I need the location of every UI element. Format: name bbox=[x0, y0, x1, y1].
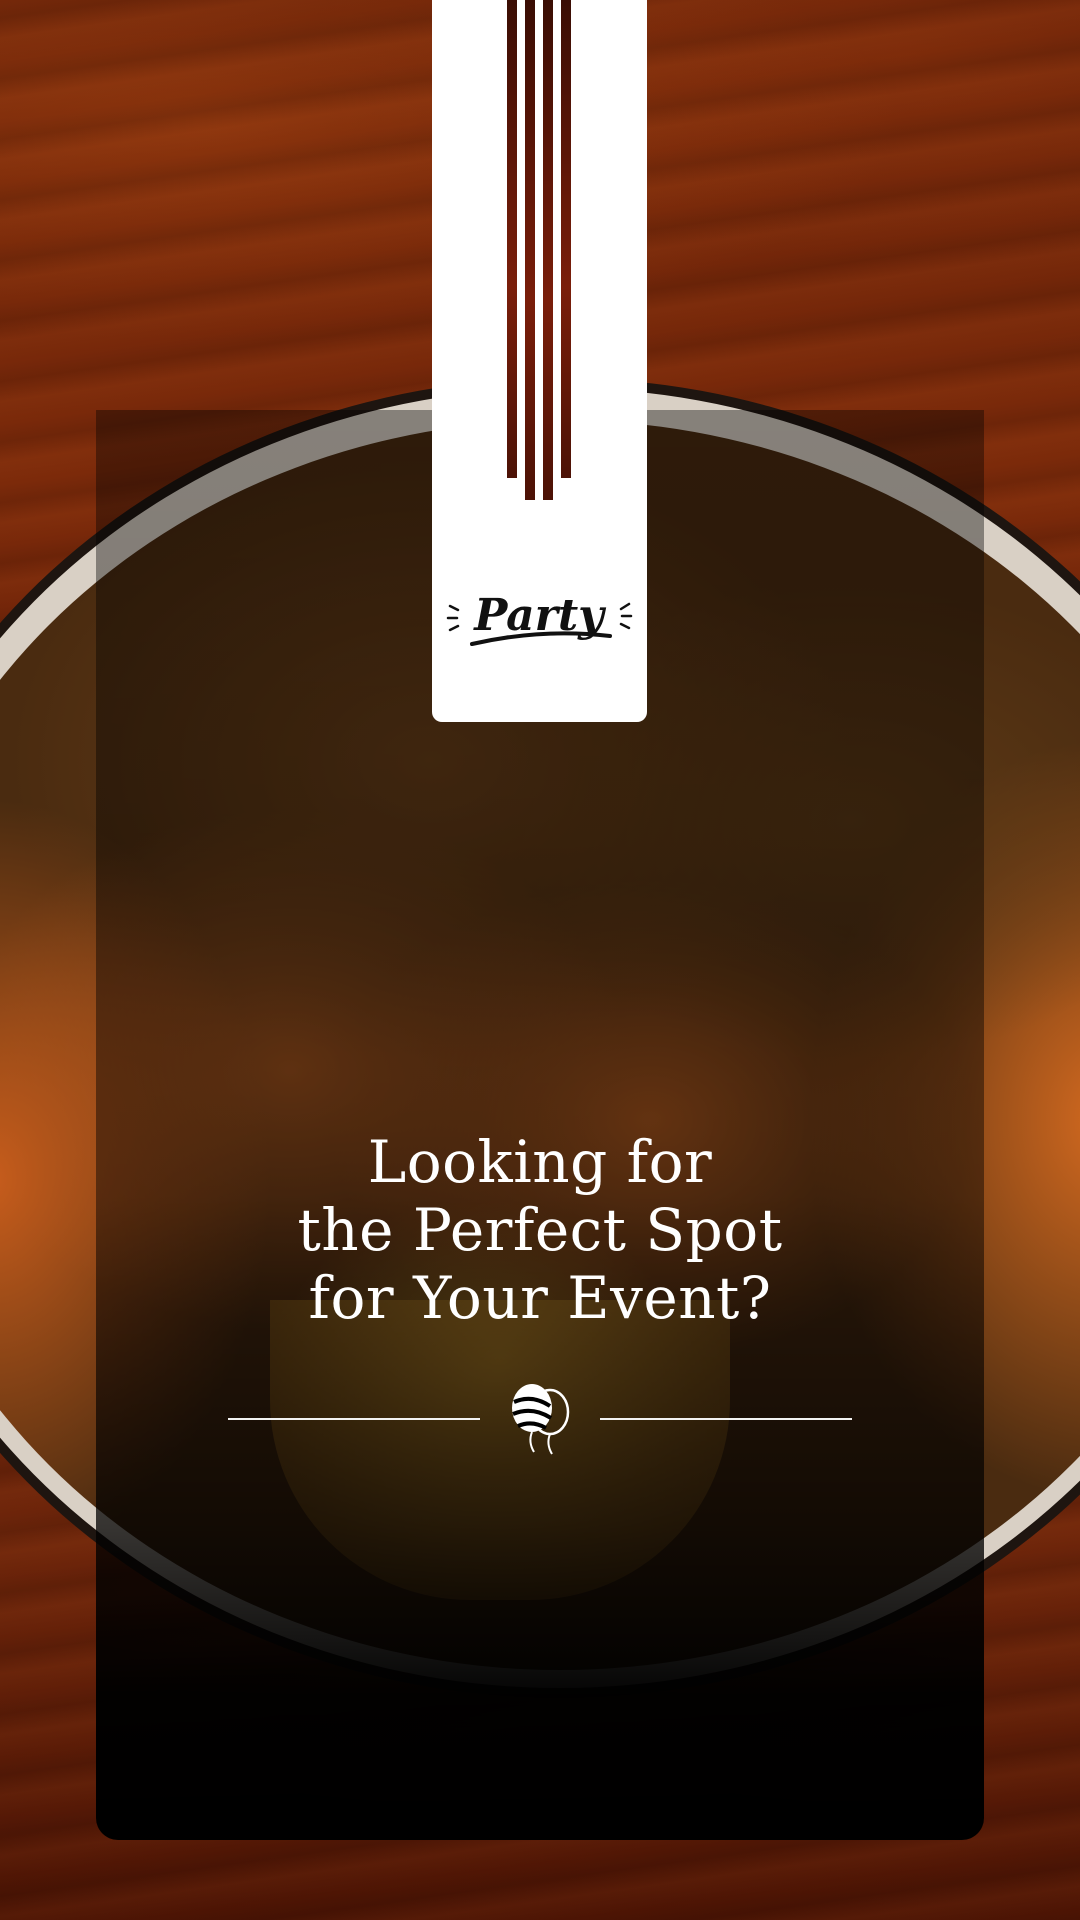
balloons-icon bbox=[512, 1384, 570, 1455]
banner-stripes bbox=[507, 0, 571, 500]
heading-line-2: the Perfect Spot bbox=[297, 1196, 783, 1264]
page-heading: Looking for the Perfect Spot for Your Ev… bbox=[180, 1128, 900, 1332]
heading-line-1: Looking for bbox=[367, 1128, 713, 1196]
party-logo: Party bbox=[446, 590, 633, 646]
divider-line-right bbox=[600, 1418, 852, 1420]
brand-banner: Party bbox=[432, 0, 647, 722]
divider-line-left bbox=[228, 1418, 480, 1420]
ornament-divider bbox=[228, 1378, 852, 1458]
heading-line-3: for Your Event? bbox=[308, 1264, 772, 1332]
